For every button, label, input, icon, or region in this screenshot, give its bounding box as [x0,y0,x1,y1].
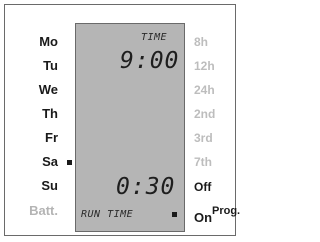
off-label: Off [194,180,212,194]
lcd-screen: TIME 9:00 0:30 RUN TIME [67,23,185,232]
controller-display-panel: Mo Tu We Th Fr Sa Su Batt. TIME 9:00 0:3… [4,4,240,236]
lcd-time-label: TIME [141,32,168,43]
prog-label: Prog. [212,205,241,217]
day-label-friday: Fr [45,130,58,145]
day-label-monday: Mo [39,34,58,49]
day-label-saturday: Sa [42,154,58,169]
on-label: On [194,210,213,225]
day-indicator-marker [67,160,72,165]
interval-option-2nd: 2nd [194,107,216,121]
day-label-sunday: Su [41,178,58,193]
lcd-clock-time: 9:00 [120,48,180,74]
on-indicator-marker [172,212,177,217]
interval-option-8h: 8h [194,35,209,49]
day-label-thursday: Th [42,106,58,121]
day-label-wednesday: We [38,82,58,97]
interval-option-7th: 7th [194,155,212,169]
interval-option-24h: 24h [194,83,215,97]
lcd-run-time: 0:30 [116,174,176,200]
day-label-tuesday: Tu [43,58,58,73]
interval-option-3rd: 3rd [194,131,213,145]
battery-label: Batt. [29,203,58,218]
interval-option-12h: 12h [194,59,215,73]
lcd-run-time-label: RUN TIME [81,209,134,220]
